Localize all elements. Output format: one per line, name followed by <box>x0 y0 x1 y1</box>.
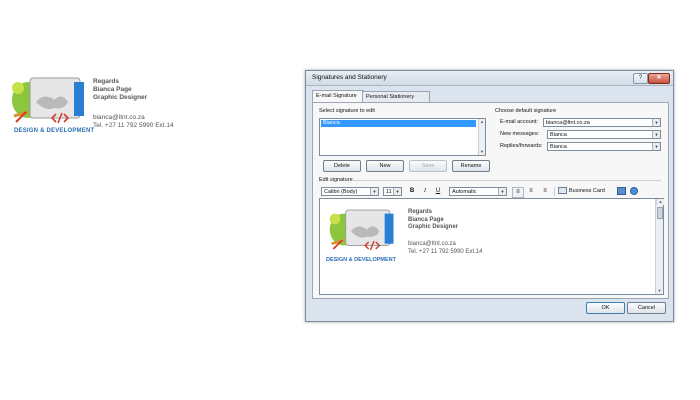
new-messages-value: Bianca <box>550 132 567 138</box>
select-signature-label: Select signature to edit <box>319 108 375 114</box>
scroll-down-icon[interactable]: ▼ <box>479 149 485 155</box>
help-button[interactable]: ? <box>633 73 648 84</box>
dialog-titlebar: Signatures and Stationery ? ✕ <box>306 71 673 86</box>
save-button[interactable]: Save <box>409 160 447 172</box>
default-signature-heading: Choose default signature <box>495 108 557 114</box>
signature-list-scrollbar[interactable]: ▲ ▼ <box>478 119 485 155</box>
scroll-up-icon[interactable]: ▲ <box>479 119 485 125</box>
font-name-value: Calibri (Body) <box>324 189 358 195</box>
signature-tel: Tel. +27 11 792 5990 Ext.14 <box>408 248 483 255</box>
font-color-select[interactable]: Automatic ▼ <box>449 187 507 196</box>
signature-lines: Regards Bianca Page Graphic Designer <box>93 78 147 102</box>
signature-line: Regards <box>93 78 120 85</box>
signature-line: Graphic Designer <box>408 224 459 230</box>
business-card-icon <box>558 187 567 195</box>
toolbar-divider <box>554 187 555 196</box>
signature-email: bianca@ltnt.co.za <box>93 114 145 121</box>
signature-line: Bianca Page <box>93 86 132 93</box>
signature-line: Bianca Page <box>408 216 444 223</box>
cancel-button[interactable]: Cancel <box>627 302 666 314</box>
signatures-dialog: Signatures and Stationery ? ✕ E-mail Sig… <box>305 70 674 322</box>
chevron-down-icon[interactable]: ▼ <box>370 188 378 195</box>
new-messages-select[interactable]: Bianca ▼ <box>547 130 661 139</box>
chevron-down-icon[interactable]: ▼ <box>652 119 660 126</box>
email-account-select[interactable]: bianca@ltnt.co.za ▼ <box>543 118 661 127</box>
tab-email-signature[interactable]: E-mail Signature <box>312 90 364 102</box>
edit-signature-label: Edit signature <box>319 177 353 183</box>
signature-contact: bianca@ltnt.co.za Tel. +27 11 792 5990 E… <box>93 114 174 130</box>
scrollbar-thumb[interactable] <box>657 207 663 219</box>
bold-icon[interactable]: B <box>407 187 417 196</box>
dialog-title: Signatures and Stationery <box>312 74 387 81</box>
signature-lines: Regards Bianca Page Graphic Designer <box>408 209 458 232</box>
chevron-down-icon[interactable]: ▼ <box>393 188 401 195</box>
new-messages-label: New messages: <box>500 131 540 137</box>
align-right-icon[interactable]: ≡ <box>540 187 550 196</box>
divider <box>353 180 661 181</box>
chevron-down-icon[interactable]: ▼ <box>652 131 660 138</box>
close-button[interactable]: ✕ <box>648 73 670 84</box>
rename-button[interactable]: Rename <box>452 160 490 172</box>
replies-value: Bianca <box>550 144 567 150</box>
replies-label: Replies/forwards: <box>500 143 543 149</box>
delete-button[interactable]: Delete <box>323 160 361 172</box>
align-center-icon[interactable]: ≡ <box>526 187 536 196</box>
font-color-value: Automatic <box>452 189 477 195</box>
svg-text:⌂: ⌂ <box>50 96 54 102</box>
ok-button[interactable]: OK <box>586 302 625 314</box>
editor-scrollbar[interactable]: ▲ ▼ <box>655 199 664 294</box>
insert-picture-icon[interactable] <box>616 187 626 196</box>
new-button[interactable]: New <box>366 160 404 172</box>
logo-caption: DESIGN & DEVELOPMENT <box>326 257 396 263</box>
signature-panel: Select signature to edit Bianca ▲ ▼ Dele… <box>312 102 669 299</box>
underline-icon[interactable]: U <box>433 187 443 196</box>
signature-line: Regards <box>408 209 433 215</box>
font-name-select[interactable]: Calibri (Body) ▼ <box>321 187 379 196</box>
signature-preview: ⌂ DESIGN & DEVELOPMENT Regards Bianca Pa… <box>8 70 308 150</box>
insert-hyperlink-icon[interactable] <box>629 187 639 196</box>
business-card-button[interactable]: Business Card <box>558 187 610 196</box>
logo-caption: DESIGN & DEVELOPMENT <box>14 128 95 134</box>
email-account-value: bianca@ltnt.co.za <box>546 120 590 126</box>
chevron-down-icon[interactable]: ▼ <box>652 143 660 150</box>
chevron-down-icon[interactable]: ▼ <box>498 188 506 195</box>
signature-line: Graphic Designer <box>93 94 148 101</box>
italic-icon[interactable]: I <box>420 187 430 196</box>
signature-list-item[interactable]: Bianca <box>321 120 476 127</box>
font-size-value: 11 <box>386 189 392 195</box>
tab-personal-stationery[interactable]: Personal Stationery <box>362 91 430 102</box>
signature-email: bianca@ltnt.co.za <box>408 241 456 247</box>
scroll-up-icon[interactable]: ▲ <box>656 199 664 205</box>
company-logo-icon <box>329 209 394 251</box>
signature-list[interactable]: Bianca ▲ ▼ <box>319 118 486 156</box>
align-left-icon[interactable]: ≡ <box>512 187 524 198</box>
signature-tel: Tel. +27 11 792 5990 Ext.14 <box>93 122 174 129</box>
scroll-down-icon[interactable]: ▼ <box>656 288 663 294</box>
email-account-label: E-mail account: <box>500 119 538 125</box>
signature-contact: bianca@ltnt.co.za Tel. +27 11 792 5990 E… <box>408 241 482 256</box>
signature-editor[interactable]: DESIGN & DEVELOPMENT Regards Bianca Page… <box>319 198 664 295</box>
font-size-select[interactable]: 11 ▼ <box>383 187 402 196</box>
business-card-label: Business Card <box>569 188 605 194</box>
replies-select[interactable]: Bianca ▼ <box>547 142 661 151</box>
